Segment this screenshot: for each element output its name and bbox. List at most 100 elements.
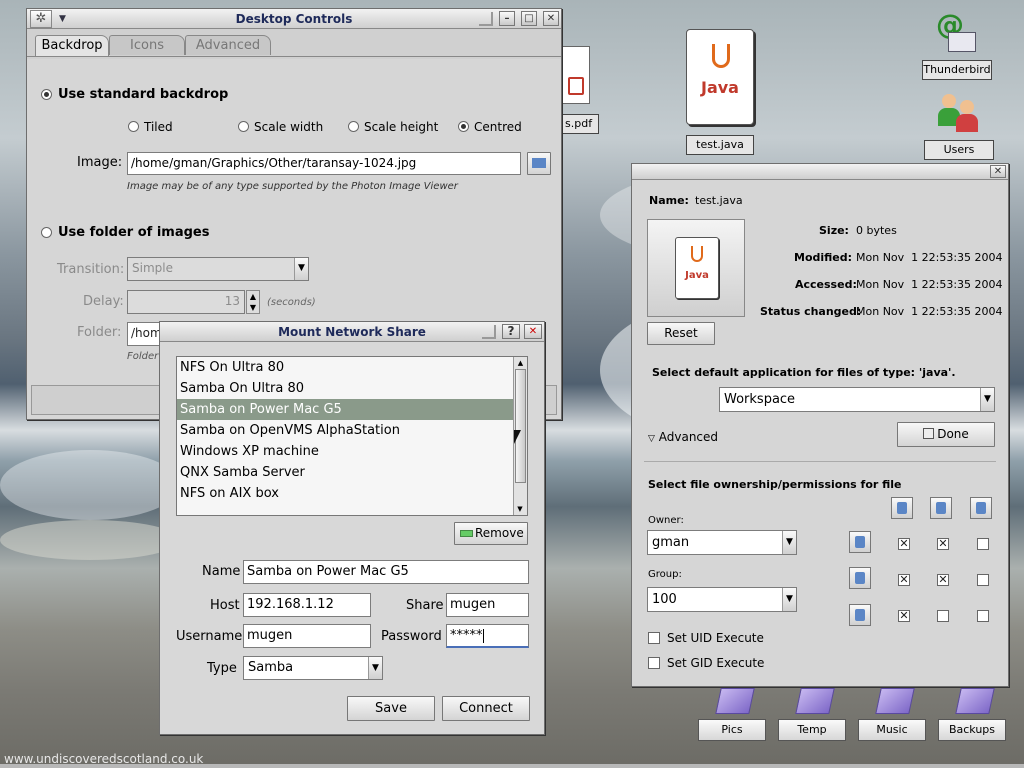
chevron-down-icon[interactable]: ▼: [980, 388, 994, 411]
share-list[interactable]: NFS On Ultra 80 Samba On Ultra 80 Samba on…: [176, 356, 528, 516]
desktop-icon-thunderbird[interactable]: @ Thunderbird: [922, 10, 992, 80]
share-list-item[interactable]: Windows XP machine: [177, 441, 513, 462]
group-read-checkbox[interactable]: ✕: [898, 574, 910, 586]
folder-icon: [532, 158, 546, 168]
group-write-checkbox[interactable]: ✕: [937, 574, 949, 586]
password-input[interactable]: *****: [446, 624, 529, 648]
chevron-down-icon[interactable]: ▼: [782, 588, 796, 611]
share-list-item[interactable]: NFS On Ultra 80: [177, 357, 513, 378]
delay-unit: (seconds): [267, 297, 316, 308]
image-path-input[interactable]: /home/gman/Graphics/Other/taransay-1024.…: [127, 152, 521, 175]
group-execute-checkbox[interactable]: [977, 574, 989, 586]
tab-panel: [27, 56, 561, 57]
folder-icon: [955, 688, 995, 714]
share-list-item[interactable]: Samba On Ultra 80: [177, 378, 513, 399]
size-label: Size:: [819, 224, 849, 237]
share-input[interactable]: mugen: [446, 593, 529, 617]
image-label: Image:: [77, 155, 123, 170]
file-info-titlebar[interactable]: ✕: [632, 164, 1008, 180]
desktop-icon-test-java[interactable]: Java test.java: [686, 29, 754, 155]
browse-folder-button[interactable]: [527, 152, 551, 175]
close-button[interactable]: ✕: [543, 11, 559, 26]
modified-label: Modified:: [794, 251, 853, 264]
type-label: Type: [207, 661, 237, 676]
use-standard-backdrop-label: Use standard backdrop: [58, 87, 229, 102]
close-button[interactable]: ✕: [524, 324, 542, 339]
minimize-button[interactable]: –: [499, 11, 515, 26]
scrollbar-thumb[interactable]: [515, 369, 526, 483]
others-write-checkbox[interactable]: [937, 610, 949, 622]
owner-label: Owner:: [648, 515, 684, 526]
setgid-checkbox[interactable]: [648, 657, 660, 669]
password-value: *****: [450, 628, 483, 643]
owner-execute-checkbox[interactable]: [977, 538, 989, 550]
remove-button[interactable]: Remove: [454, 522, 528, 545]
use-standard-backdrop-radio[interactable]: [41, 89, 52, 100]
mount-share-titlebar[interactable]: Mount Network Share ? ✕: [160, 322, 544, 342]
chevron-down-icon[interactable]: ▼: [59, 9, 66, 29]
maximize-button[interactable]: □: [521, 11, 537, 26]
scroll-up-arrow-icon[interactable]: ▲: [514, 357, 527, 369]
others-execute-checkbox[interactable]: [977, 610, 989, 622]
setuid-checkbox[interactable]: [648, 632, 660, 644]
folder-hint: Folder: [127, 351, 159, 362]
delay-value: 13: [224, 294, 240, 308]
setuid-label: Set UID Execute: [667, 631, 764, 645]
tab-icons[interactable]: Icons: [109, 35, 185, 55]
mode-scale-height-radio[interactable]: [348, 121, 359, 132]
share-list-item[interactable]: Samba on Power Mac G5: [177, 399, 513, 420]
close-button[interactable]: ✕: [990, 165, 1006, 178]
host-label: Host: [210, 598, 240, 613]
group-select[interactable]: 100 ▼: [647, 587, 797, 612]
desktop-icon-pdf[interactable]: s.pdf: [558, 46, 608, 136]
mode-tiled-radio[interactable]: [128, 121, 139, 132]
save-button[interactable]: Save: [347, 696, 435, 721]
owner-read-checkbox[interactable]: ✕: [898, 538, 910, 550]
done-button[interactable]: Done: [897, 422, 995, 447]
delay-input[interactable]: 13: [127, 290, 245, 314]
window-menu-icon[interactable]: ✲: [30, 10, 52, 28]
delay-stepper[interactable]: ▲ ▼: [246, 290, 260, 314]
share-list-item[interactable]: QNX Samba Server: [177, 462, 513, 483]
host-input[interactable]: 192.168.1.12: [243, 593, 371, 617]
share-list-item[interactable]: Samba on OpenVMS AlphaStation: [177, 420, 513, 441]
help-button[interactable]: ?: [502, 324, 520, 339]
desktop-icon-label: Users: [924, 140, 994, 160]
username-input[interactable]: mugen: [243, 624, 371, 648]
ownership-label: Select file ownership/permissions for fi…: [648, 478, 902, 491]
mode-centred-label: Centred: [474, 120, 522, 134]
mount-network-share-window: Mount Network Share ? ✕ NFS On Ultra 80 S…: [159, 321, 545, 735]
desktop-icon-users[interactable]: Users: [924, 92, 994, 162]
others-read-checkbox[interactable]: ✕: [898, 610, 910, 622]
owner-select[interactable]: gman ▼: [647, 530, 797, 555]
connect-button[interactable]: Connect: [442, 696, 530, 721]
share-list-item[interactable]: NFS on AIX box: [177, 483, 513, 504]
chevron-down-icon[interactable]: ▼: [782, 531, 796, 554]
owner-permission-icon: [849, 531, 871, 553]
use-folder-radio[interactable]: [41, 227, 52, 238]
tab-backdrop[interactable]: Backdrop: [35, 35, 109, 56]
reset-button[interactable]: Reset: [647, 322, 715, 345]
tab-advanced[interactable]: Advanced: [185, 35, 271, 55]
mode-centred-radio[interactable]: [458, 121, 469, 132]
chevron-down-icon[interactable]: ▼: [368, 657, 382, 679]
advanced-toggle[interactable]: ▽ Advanced: [648, 430, 718, 444]
owner-write-checkbox[interactable]: ✕: [937, 538, 949, 550]
chevron-down-icon[interactable]: ▼: [294, 258, 308, 280]
transition-select[interactable]: Simple ▼: [127, 257, 309, 281]
divider: [644, 461, 996, 462]
group-permission-icon: [849, 567, 871, 589]
desktop-icon-label: s.pdf: [558, 114, 600, 134]
done-label: Done: [937, 427, 969, 441]
scroll-down-arrow-icon[interactable]: ▼: [514, 503, 526, 515]
mode-scale-width-radio[interactable]: [238, 121, 249, 132]
type-select[interactable]: Samba ▼: [243, 656, 383, 680]
default-app-select[interactable]: Workspace ▼: [719, 387, 995, 412]
modified-value: Mon Nov 1 22:53:35 2004: [856, 251, 1003, 264]
default-app-value: Workspace: [724, 392, 796, 407]
name-input[interactable]: Samba on Power Mac G5: [243, 560, 529, 584]
java-file-icon: Java: [686, 29, 754, 125]
file-info-window: ✕ Name: test.java Java Reset Size: 0 byt…: [631, 163, 1009, 687]
password-label: Password: [381, 629, 442, 644]
desktop-controls-titlebar[interactable]: ✲ ▼ Desktop Controls – □ ✕: [27, 9, 561, 29]
